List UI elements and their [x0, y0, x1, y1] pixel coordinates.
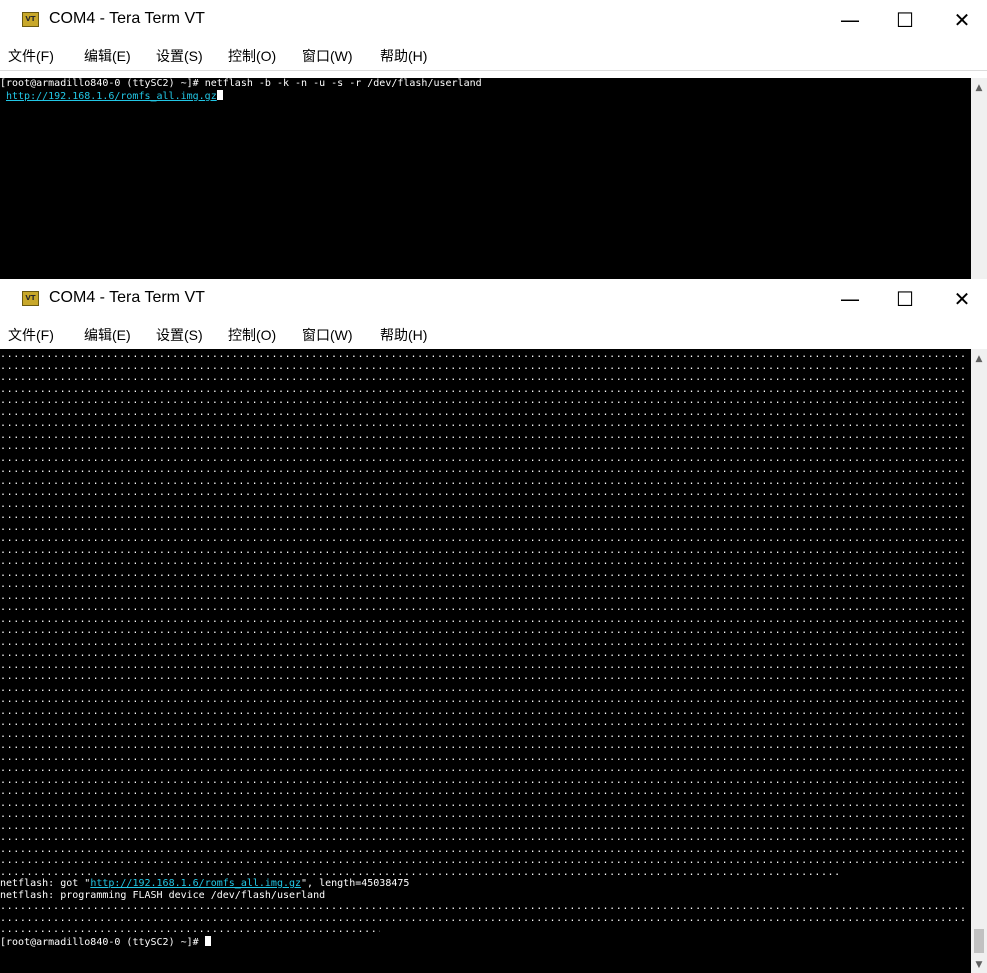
menu-help[interactable]: 帮助(H): [380, 46, 427, 66]
close-button[interactable]: ✕: [939, 3, 985, 37]
window-title: COM4 - Tera Term VT: [49, 10, 205, 27]
progress-line: ........................................…: [0, 429, 965, 441]
terminal-screen[interactable]: ........................................…: [0, 349, 971, 973]
progress-line: ........................................…: [0, 786, 965, 797]
progress-line: ........................................…: [0, 912, 965, 924]
progress-line: ........................................…: [0, 487, 965, 498]
got-line: netflash: got "http://192.168.1.6/romfs_…: [0, 878, 971, 890]
progress-line: ........................................…: [0, 567, 965, 579]
progress-line: ........................................…: [0, 510, 965, 521]
progress-line: ........................................…: [0, 360, 965, 372]
url-link[interactable]: http://192.168.1.6/romfs_all.img.gz: [6, 91, 217, 102]
menu-bar: 文件(F) 编辑(E) 设置(S) 控制(O) 窗口(W) 帮助(H): [0, 319, 987, 350]
progress-line: ........................................…: [0, 820, 965, 832]
teraterm-app-icon[interactable]: VT: [22, 12, 39, 27]
progress-line: ........................................…: [0, 648, 965, 659]
command-url-line: http://192.168.1.6/romfs_all.img.gz: [0, 89, 971, 102]
menu-setup[interactable]: 设置(S): [156, 325, 203, 345]
final-prompt: [root@armadillo840-0 (ttySC2) ~]#: [0, 936, 205, 948]
menu-control[interactable]: 控制(O): [228, 46, 276, 66]
menu-file[interactable]: 文件(F): [8, 46, 54, 66]
progress-line: ........................................…: [0, 579, 965, 590]
progress-line: ........................................…: [0, 406, 965, 418]
progress-line: ........................................…: [0, 475, 965, 487]
progress-line: ........................................…: [0, 556, 965, 567]
title-bar[interactable]: VT COM4 - Tera Term VT — ☐ ✕: [0, 0, 987, 40]
progress-line: ........................................…: [0, 372, 965, 383]
progress-line: ........................................…: [0, 705, 965, 717]
progress-line: ........................................…: [0, 521, 965, 533]
progress-line: ........................................…: [0, 717, 965, 728]
progress-line: ........................................…: [0, 763, 965, 774]
scroll-up-arrow-icon[interactable]: ▲: [971, 80, 987, 96]
close-button[interactable]: ✕: [939, 282, 985, 316]
vertical-scrollbar[interactable]: ▲: [971, 78, 987, 279]
progress-line-partial: ........................................…: [0, 866, 840, 878]
progress-line: ........................................…: [0, 418, 965, 429]
progress-line: ........................................…: [0, 774, 965, 786]
text-cursor: [204, 935, 211, 946]
progress-line: ........................................…: [0, 671, 965, 682]
menu-edit[interactable]: 编辑(E): [84, 325, 131, 345]
terminal-screen[interactable]: [root@armadillo840-0 (ttySC2) ~]# netfla…: [0, 78, 971, 279]
menu-control[interactable]: 控制(O): [228, 325, 276, 345]
progress-line: ........................................…: [0, 590, 965, 602]
maximize-button[interactable]: ☐: [882, 3, 928, 37]
scroll-down-arrow-icon[interactable]: ▼: [971, 957, 987, 973]
progress-line: ........................................…: [0, 855, 965, 866]
got-url-link[interactable]: http://192.168.1.6/romfs_all.img.gz: [90, 878, 301, 889]
menu-edit[interactable]: 编辑(E): [84, 46, 131, 66]
progress-line: ........................................…: [0, 464, 965, 475]
progress-line: ........................................…: [0, 740, 965, 751]
title-bar[interactable]: VT COM4 - Tera Term VT — ☐ ✕: [0, 279, 987, 319]
progress-line: ........................................…: [0, 694, 965, 705]
progress-line: ........................................…: [0, 797, 965, 809]
maximize-button[interactable]: ☐: [882, 282, 928, 316]
menu-file[interactable]: 文件(F): [8, 325, 54, 345]
progress-line: ........................................…: [0, 533, 965, 544]
progress-line: ........................................…: [0, 636, 965, 648]
progress-line: ........................................…: [0, 625, 965, 636]
progress-line: ........................................…: [0, 809, 965, 820]
minimize-button[interactable]: —: [827, 3, 873, 37]
progress-line: ........................................…: [0, 728, 965, 740]
terminal-window-bottom: VT COM4 - Tera Term VT — ☐ ✕ 文件(F) 编辑(E)…: [0, 279, 987, 973]
menu-setup[interactable]: 设置(S): [156, 46, 203, 66]
terminal-window-top: VT COM4 - Tera Term VT — ☐ ✕ 文件(F) 编辑(E)…: [0, 0, 987, 279]
minimize-button[interactable]: —: [827, 282, 873, 316]
menu-window[interactable]: 窗口(W): [302, 46, 353, 66]
progress-line: ........................................…: [0, 452, 965, 464]
progress-line: ........................................…: [0, 682, 965, 694]
progress-line: ........................................…: [0, 498, 965, 510]
progress-line: ........................................…: [0, 602, 965, 613]
progress-line-final: ........................................…: [0, 924, 380, 935]
progress-line: ........................................…: [0, 843, 965, 855]
window-title: COM4 - Tera Term VT: [49, 289, 205, 306]
progress-line: ........................................…: [0, 659, 965, 671]
progress-output: ........................................…: [0, 349, 971, 867]
command-line: [root@armadillo840-0 (ttySC2) ~]# netfla…: [0, 78, 482, 89]
got-suffix: ", length=45038475: [301, 878, 410, 889]
progress-line: ........................................…: [0, 544, 965, 556]
menu-help[interactable]: 帮助(H): [380, 325, 427, 345]
text-cursor: [216, 89, 223, 100]
progress-line: ........................................…: [0, 349, 965, 360]
scrollbar-thumb[interactable]: [974, 929, 984, 953]
got-prefix: netflash: got ": [0, 878, 91, 889]
progress-line: ........................................…: [0, 832, 965, 843]
progress-line: ........................................…: [0, 383, 965, 395]
vertical-scrollbar[interactable]: ▲ ▼: [971, 349, 987, 973]
menu-window[interactable]: 窗口(W): [302, 325, 353, 345]
menu-bar: 文件(F) 编辑(E) 设置(S) 控制(O) 窗口(W) 帮助(H): [0, 40, 987, 71]
progress-line: ........................................…: [0, 613, 965, 625]
progress-line: ........................................…: [0, 395, 965, 406]
scroll-up-arrow-icon[interactable]: ▲: [971, 351, 987, 367]
progress-line: ........................................…: [0, 901, 965, 912]
progress-line: ........................................…: [0, 751, 965, 763]
programming-line: netflash: programming FLASH device /dev/…: [0, 889, 326, 901]
final-prompt-line: [root@armadillo840-0 (ttySC2) ~]#: [0, 935, 971, 948]
progress-line: ........................................…: [0, 441, 965, 452]
teraterm-app-icon[interactable]: VT: [22, 291, 39, 306]
